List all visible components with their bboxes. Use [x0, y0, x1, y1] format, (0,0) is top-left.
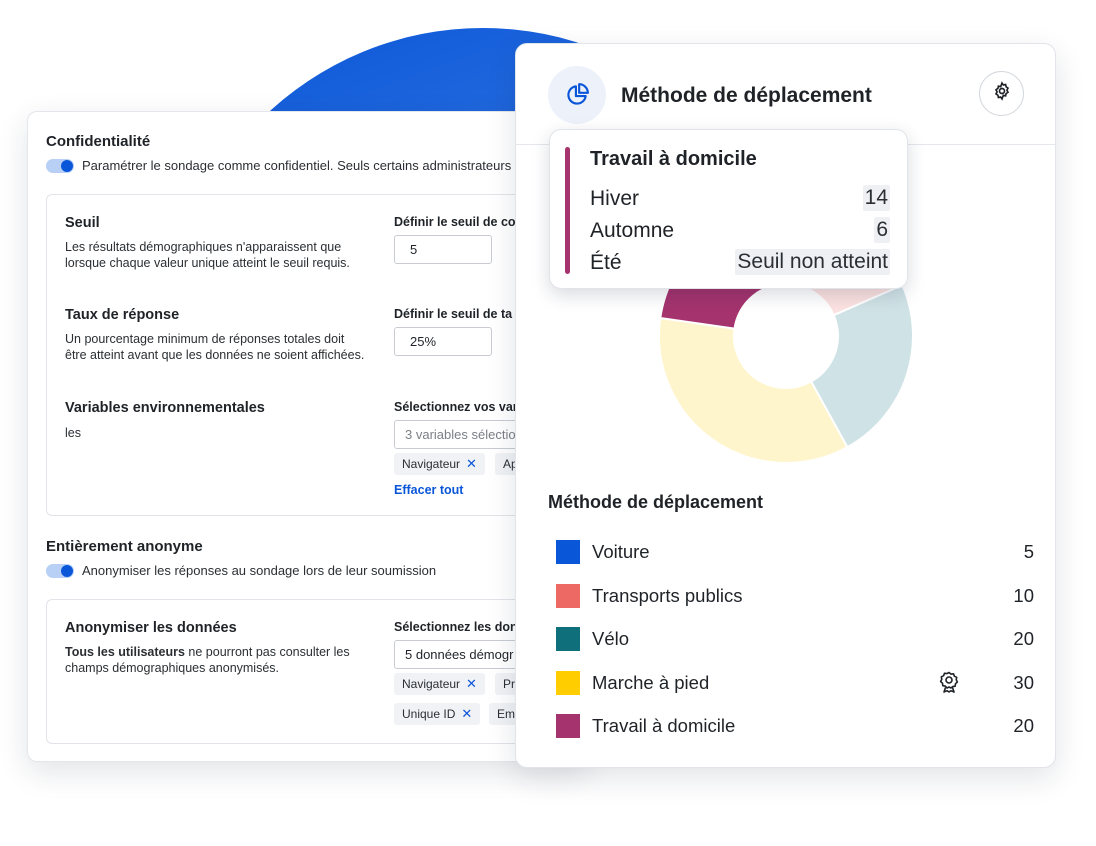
tooltip-row-value: 14: [862, 185, 890, 211]
legend-swatch: [556, 540, 580, 564]
tooltip-row: Été Seuil non atteint: [590, 249, 890, 275]
chart-tooltip: Travail à domicile Hiver 14 Automne 6 Ét…: [549, 129, 908, 289]
legend-item-voiture[interactable]: Voiture 5: [556, 539, 1036, 565]
env-vars-title: Variables environnementales: [65, 400, 265, 416]
tooltip-row: Hiver 14: [590, 185, 890, 211]
chip-label: Unique ID: [402, 707, 456, 721]
award-icon: [939, 671, 959, 698]
anonymous-toggle-label: Anonymiser les réponses au sondage lors …: [82, 563, 437, 578]
response-rate-label: Définir le seuil de ta: [394, 307, 513, 321]
chip-label: Navigateur: [402, 677, 461, 691]
anonymize-label: Sélectionnez les don: [394, 620, 518, 634]
tooltip-title: Travail à domicile: [590, 148, 757, 170]
confidential-toggle[interactable]: [46, 158, 74, 173]
legend-title: Méthode de déplacement: [548, 492, 764, 512]
tooltip-row-label: Hiver: [590, 187, 640, 210]
legend-label: Marche à pied: [592, 672, 710, 693]
remove-chip-icon[interactable]: ✕: [461, 706, 472, 722]
anonymize-options-box: Anonymiser les données Tous les utilisat…: [46, 599, 586, 744]
anonymous-toggle-row[interactable]: Anonymiser les réponses au sondage lors …: [46, 563, 436, 578]
legend-item-transports-publics[interactable]: Transports publics 10: [556, 583, 1036, 609]
tooltip-row-value: 6: [874, 217, 890, 243]
anonymous-toggle[interactable]: [46, 563, 74, 578]
clear-all-link[interactable]: Effacer tout: [394, 483, 463, 497]
legend-item-velo[interactable]: Vélo 20: [556, 626, 1036, 652]
response-rate-desc: Un pourcentage minimum de réponses total…: [65, 332, 365, 362]
legend-item-travail-a-domicile[interactable]: Travail à domicile 20: [556, 713, 1036, 739]
response-rate-title: Taux de réponse: [65, 307, 180, 323]
legend-value: 20: [1013, 628, 1034, 649]
threshold-label: Définir le seuil de co: [394, 215, 516, 229]
legend-swatch: [556, 714, 580, 738]
legend-label: Voiture: [592, 541, 650, 562]
legend-item-marche-a-pied[interactable]: Marche à pied 30: [556, 670, 1036, 696]
legend-label: Transports publics: [592, 585, 743, 606]
anonymize-desc-bold: Tous les utilisateurs: [65, 645, 185, 659]
threshold-input[interactable]: 5: [394, 235, 492, 264]
tooltip-color-bar: [565, 147, 570, 274]
remove-chip-icon[interactable]: ✕: [466, 676, 477, 692]
anonymize-title: Anonymiser les données: [65, 620, 237, 636]
chip-navigateur[interactable]: Navigateur ✕: [394, 453, 485, 475]
chip-label: Navigateur: [402, 457, 461, 471]
chip-navigateur[interactable]: Navigateur ✕: [394, 673, 485, 695]
chip-unique-id[interactable]: Unique ID ✕: [394, 703, 481, 725]
legend-value: 20: [1013, 715, 1034, 736]
env-vars-desc: les: [65, 426, 81, 440]
privacy-settings-panel: Confidentialité Paramétrer le sondage co…: [27, 111, 587, 762]
tooltip-row-label: Été: [590, 251, 622, 274]
legend-label: Travail à domicile: [592, 715, 736, 736]
confidential-options-box: Seuil Les résultats démographiques n'app…: [46, 194, 586, 516]
legend-swatch: [556, 584, 580, 608]
remove-chip-icon[interactable]: ✕: [466, 456, 477, 472]
chip-label: Em: [497, 707, 515, 721]
tooltip-row: Automne 6: [590, 217, 890, 243]
legend-swatch: [556, 671, 580, 695]
confidentiality-title: Confidentialité: [46, 133, 151, 150]
legend-swatch: [556, 627, 580, 651]
anonymize-desc: Tous les utilisateurs ne pourront pas co…: [65, 644, 365, 676]
env-vars-label: Sélectionnez vos var: [394, 400, 518, 414]
threshold-title: Seuil: [65, 215, 100, 231]
tooltip-row-label: Automne: [590, 219, 675, 242]
legend-value: 10: [1013, 585, 1034, 606]
confidential-toggle-row[interactable]: Paramétrer le sondage comme confidentiel…: [46, 158, 511, 173]
legend-value: 5: [1023, 541, 1034, 562]
confidential-toggle-label: Paramétrer le sondage comme confidentiel…: [82, 158, 512, 173]
tooltip-row-value: Seuil non atteint: [735, 249, 890, 275]
anonymous-title: Entièrement anonyme: [46, 538, 203, 555]
chip-label: Pr: [503, 677, 515, 691]
legend-value: 30: [1013, 672, 1034, 693]
legend-label: Vélo: [592, 628, 630, 649]
threshold-desc: Les résultats démographiques n'apparaiss…: [65, 240, 350, 270]
response-rate-input[interactable]: 25%: [394, 327, 492, 356]
